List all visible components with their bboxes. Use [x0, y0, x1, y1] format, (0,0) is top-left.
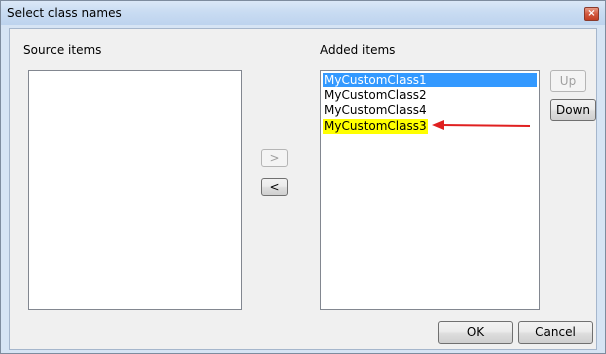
window-title: Select class names — [7, 6, 122, 20]
title-bar[interactable]: Select class names × — [1, 1, 605, 25]
dialog-body: Source items Added items MyCustomClass1 … — [9, 28, 597, 350]
annotation-arrow-icon — [432, 120, 531, 130]
dialog-window: Select class names × Source items Added … — [0, 0, 606, 354]
close-icon[interactable]: × — [584, 7, 599, 21]
